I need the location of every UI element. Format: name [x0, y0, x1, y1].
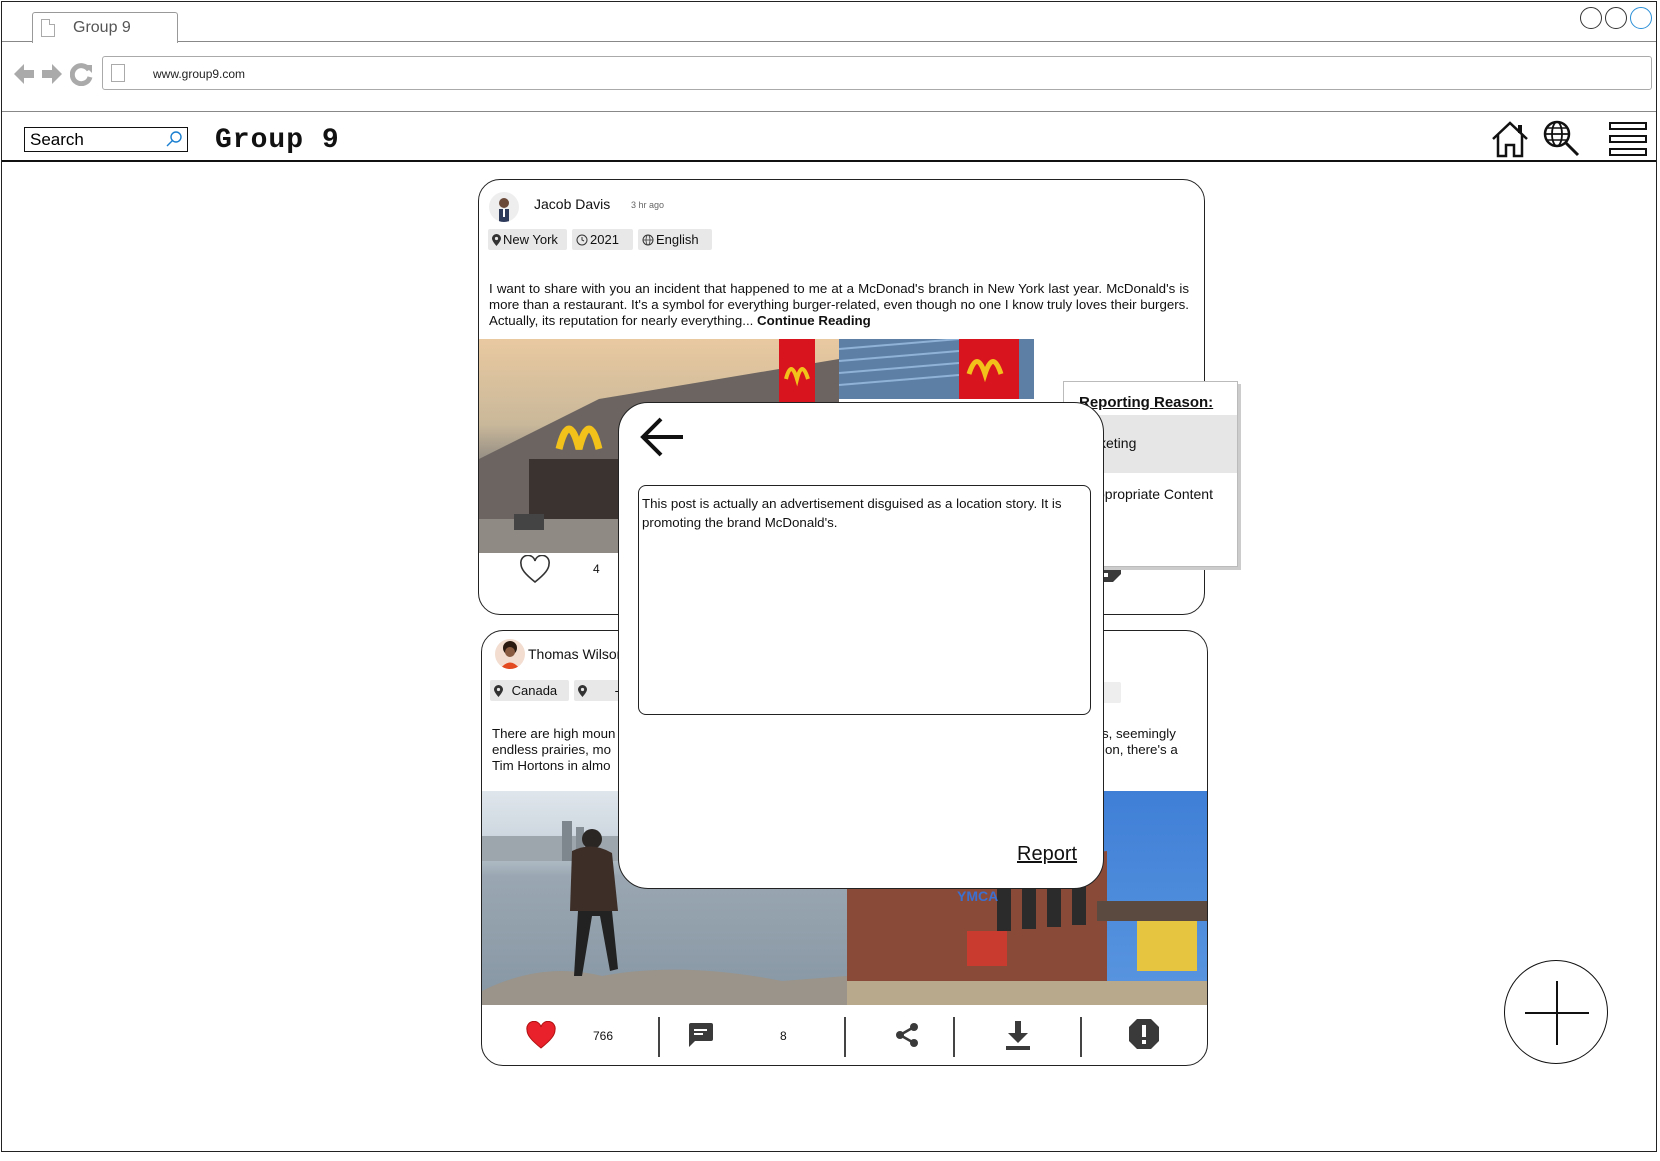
app-header: Group 9 — [2, 113, 1656, 162]
report-modal: This post is actually an advertisement d… — [618, 402, 1104, 889]
reporting-reason-title: Reporting Reason: — [1079, 394, 1214, 411]
tab-title: Group 9 — [73, 19, 131, 36]
comment-count: 8 — [780, 1029, 787, 1043]
svg-text:YMCA: YMCA — [957, 888, 998, 904]
report-reason-textarea[interactable]: This post is actually an advertisement d… — [638, 485, 1091, 715]
back-arrow-icon[interactable] — [639, 415, 685, 459]
menu-icon[interactable] — [1608, 119, 1648, 159]
location-pin-icon — [492, 234, 501, 246]
author-name[interactable]: Jacob Davis — [534, 196, 610, 212]
language-tag[interactable]: English — [638, 229, 712, 250]
url-text: www.group9.com — [153, 67, 246, 81]
author-name[interactable]: Thomas Wilson — [528, 646, 624, 662]
download-icon[interactable] — [1004, 1019, 1032, 1051]
tab-bar: Group 9 — [2, 2, 1656, 43]
post-time: 3 hr ago — [631, 200, 665, 210]
location-pin-icon — [494, 685, 503, 697]
location-label: Canada — [511, 683, 558, 698]
clock-icon — [576, 234, 588, 246]
action-divider — [844, 1017, 846, 1057]
browser-tab[interactable]: Group 9 — [32, 12, 178, 43]
location-label: New York — [503, 232, 558, 247]
address-bar[interactable]: www.group9.com — [102, 56, 1652, 90]
globe-search-icon[interactable] — [1542, 119, 1582, 159]
report-submit-link[interactable]: Report — [1017, 843, 1077, 866]
forward-arrow-icon[interactable] — [40, 62, 64, 86]
search-box — [24, 127, 188, 152]
share-icon[interactable] — [894, 1022, 920, 1048]
comment-icon[interactable] — [686, 1021, 714, 1049]
reload-icon[interactable] — [70, 62, 94, 86]
report-icon[interactable] — [1127, 1017, 1161, 1051]
post-body-right: s, seemingly ion, there's a — [1102, 726, 1178, 757]
action-divider — [658, 1017, 660, 1057]
like-heart-filled-icon[interactable] — [525, 1021, 557, 1051]
minimize-button[interactable] — [1580, 7, 1602, 29]
close-button[interactable] — [1630, 7, 1652, 29]
post-body: I want to share with you an incident tha… — [489, 281, 1189, 329]
back-arrow-icon[interactable] — [12, 62, 36, 86]
post-photo-building[interactable] — [839, 339, 1034, 399]
search-icon[interactable] — [165, 130, 183, 148]
location-pin-icon — [578, 685, 587, 697]
year-tag[interactable]: 2021 — [572, 229, 633, 250]
action-divider — [953, 1017, 955, 1057]
home-icon[interactable] — [1490, 119, 1530, 159]
like-count: 766 — [593, 1029, 614, 1043]
maximize-button[interactable] — [1605, 7, 1627, 29]
page-icon — [111, 64, 125, 82]
like-heart-icon[interactable] — [519, 555, 551, 585]
action-divider — [1080, 1017, 1082, 1057]
search-input[interactable] — [25, 128, 165, 151]
continue-reading-link[interactable]: Continue Reading — [757, 313, 871, 328]
browser-window: Group 9 www.group9.com Group 9 — [1, 1, 1657, 1152]
year-label: 2021 — [590, 232, 619, 247]
like-count: 4 — [593, 562, 600, 576]
location-tag[interactable]: Canada — [490, 680, 569, 701]
globe-icon — [642, 234, 654, 246]
window-controls — [1580, 7, 1652, 29]
address-row: www.group9.com — [2, 42, 1656, 112]
avatar[interactable] — [495, 639, 525, 669]
language-label: English — [656, 232, 699, 247]
page-icon — [41, 19, 55, 37]
location-tag[interactable]: New York — [488, 229, 567, 250]
avatar[interactable] — [489, 192, 519, 222]
brand-title: Group 9 — [215, 125, 340, 156]
add-post-button[interactable] — [1504, 960, 1608, 1064]
